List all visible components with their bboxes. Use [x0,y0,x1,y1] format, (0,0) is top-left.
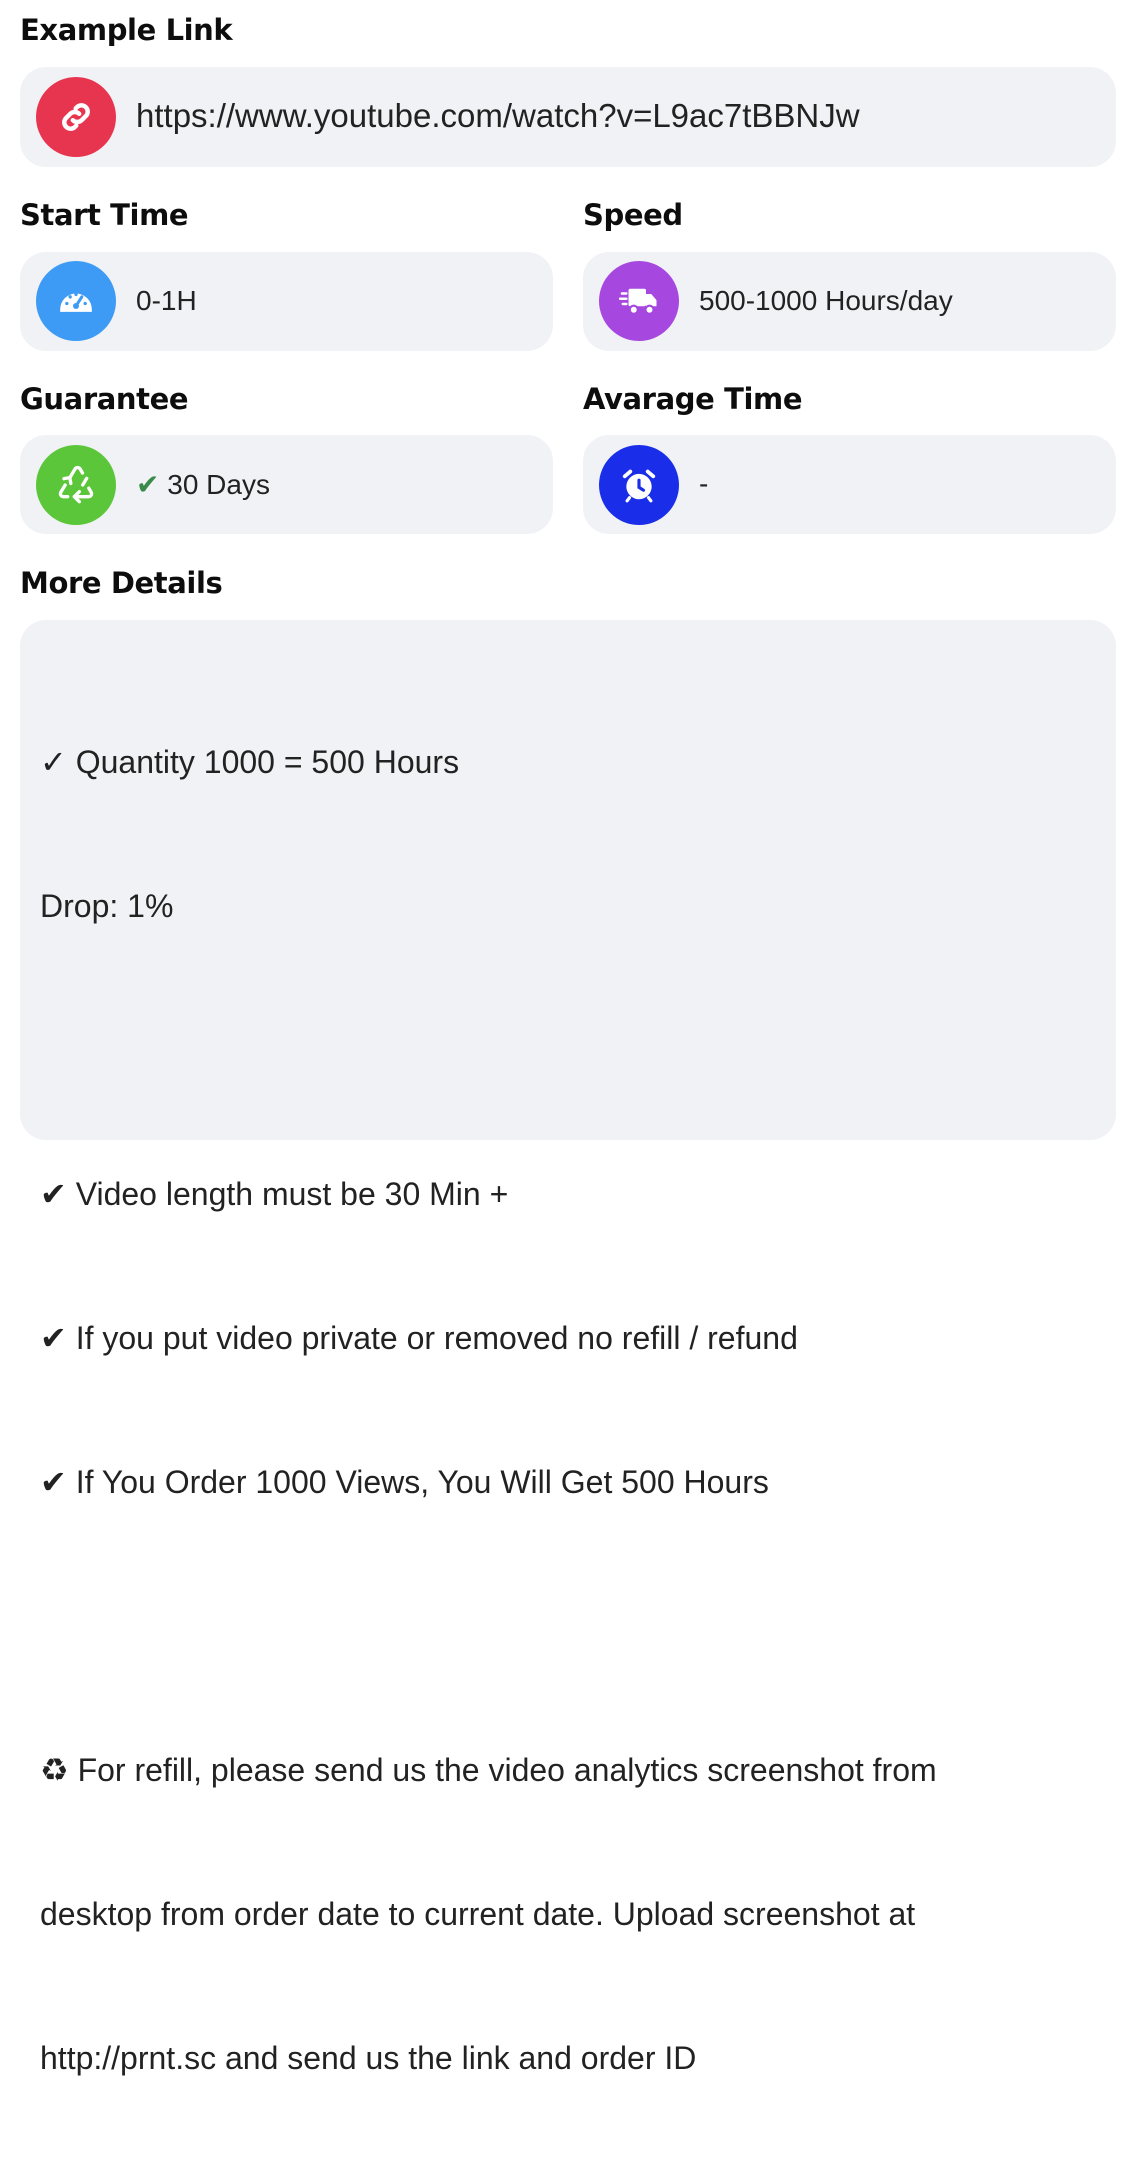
guarantee-heading: Guarantee [20,382,189,416]
details-line: ✔ Video length must be 30 Min + [40,1176,509,1212]
example-link-url[interactable]: https://www.youtube.com/watch?v=L9ac7tBB… [136,97,860,135]
more-details-card: ✓ Quantity 1000 = 500 Hours Drop: 1% ✔ V… [20,620,1116,2076]
guarantee-value: 30 Days [167,469,270,500]
average-time-card: - [583,435,1116,534]
start-time-card: 0-1H [20,252,553,351]
details-line: ♻ For refill, please send us the video a… [40,1752,937,1788]
details-line: ✔ If you put video private or removed no… [40,1320,798,1356]
details-line [40,1602,1096,1650]
start-time-heading: Start Time [20,198,189,232]
check-icon: ✔ [136,469,160,500]
details-line: desktop from order date to current date.… [40,1896,916,1932]
speed-heading: Speed [583,198,683,232]
speed-value: 500-1000 Hours/day [699,285,953,316]
link-icon [36,77,116,157]
delivery-truck-icon [599,261,679,341]
guarantee-value-wrap: ✔ 30 Days [136,468,270,501]
details-line: ✓ Quantity 1000 = 500 Hours [40,744,460,780]
guarantee-card: ✔ 30 Days [20,435,553,534]
example-link-heading: Example Link [20,13,233,47]
start-time-value: 0-1H [136,285,197,316]
details-line: ✔ If You Order 1000 Views, You Will Get … [40,1464,769,1500]
recycle-icon [36,445,116,525]
details-line: Drop: 1% [40,888,174,924]
speed-card: 500-1000 Hours/day [583,252,1116,351]
more-details-heading: More Details [20,566,223,600]
details-line [40,1026,1096,1074]
average-time-value: - [699,468,709,499]
example-link-card: https://www.youtube.com/watch?v=L9ac7tBB… [20,67,1116,167]
speedometer-icon [36,261,116,341]
average-time-heading: Avarage Time [583,382,803,416]
alarm-clock-icon [599,445,679,525]
details-line: http://prnt.sc and send us the link and … [40,2040,697,2076]
more-details-text: ✓ Quantity 1000 = 500 Hours Drop: 1% ✔ V… [40,642,1096,2178]
